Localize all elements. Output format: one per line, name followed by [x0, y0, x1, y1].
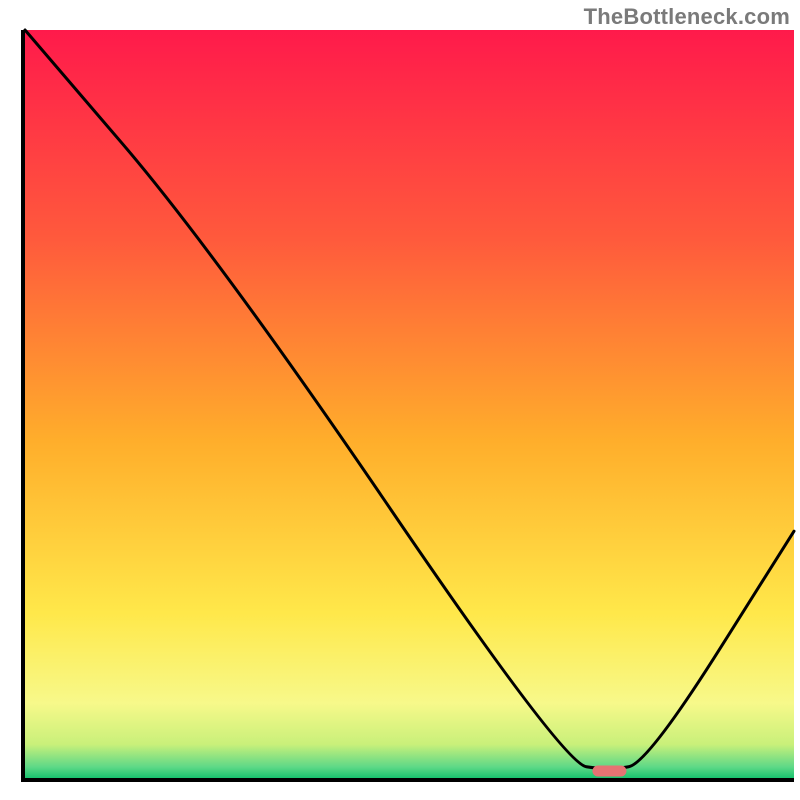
watermark-text: TheBottleneck.com: [584, 4, 790, 30]
bottleneck-chart: [0, 0, 800, 800]
plot-background: [25, 30, 794, 778]
optimum-marker: [592, 766, 626, 777]
